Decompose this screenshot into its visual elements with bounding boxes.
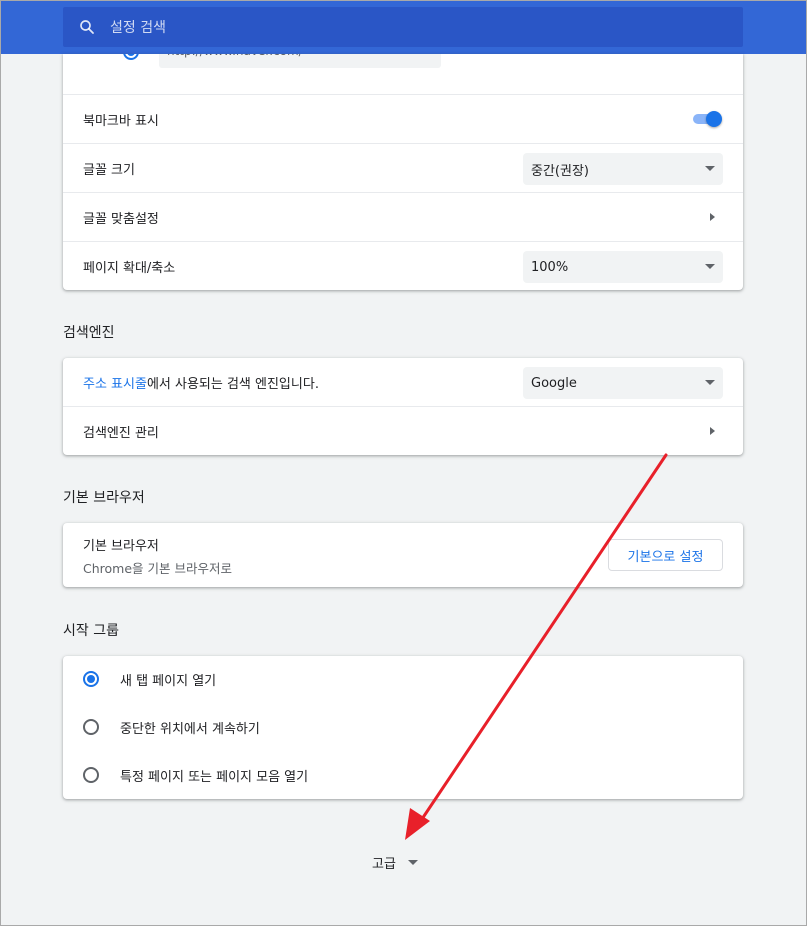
search-engine-description-text: 에서 사용되는 검색 엔진입니다. xyxy=(146,377,319,392)
page-zoom-label: 페이지 확대/축소 xyxy=(83,260,176,276)
font-size-value: 중간(권장) xyxy=(531,163,589,179)
appearance-card: http://www.naver.com/ 북마크바 표시 글꼴 크기 중간(권… xyxy=(63,54,743,290)
search-engine-row: 주소 표시줄에서 사용되는 검색 엔진입니다. Google xyxy=(63,358,743,407)
bookmarks-bar-label: 북마크바 표시 xyxy=(83,113,159,129)
dropdown-arrow-icon xyxy=(705,380,715,385)
bookmarks-bar-row[interactable]: 북마크바 표시 xyxy=(63,94,743,143)
search-placeholder: 설정 검색 xyxy=(110,20,166,36)
manage-search-engines-row[interactable]: 검색엔진 관리 xyxy=(63,406,743,455)
font-size-label: 글꼴 크기 xyxy=(83,162,135,178)
default-browser-section-title: 기본 브라우저 xyxy=(63,490,145,506)
search-settings-field[interactable]: 설정 검색 xyxy=(63,7,743,47)
search-engine-description: 주소 표시줄에서 사용되는 검색 엔진입니다. xyxy=(83,373,319,392)
annotation-arrow-head xyxy=(405,808,430,840)
startup-card: 새 탭 페이지 열기 중단한 위치에서 계속하기 특정 페이지 또는 페이지 모… xyxy=(63,656,743,799)
font-size-select[interactable]: 중간(권장) xyxy=(523,153,723,185)
default-browser-text: 기본 브라우저 Chrome을 기본 브라우저로 xyxy=(83,535,232,577)
chevron-right-icon xyxy=(710,427,715,435)
startup-option-label: 새 탭 페이지 열기 xyxy=(120,674,217,689)
search-icon xyxy=(80,20,94,34)
toggle-knob xyxy=(706,111,722,127)
startup-option-specific-pages[interactable]: 특정 페이지 또는 페이지 모음 열기 xyxy=(63,752,743,800)
search-engine-select[interactable]: Google xyxy=(523,367,723,399)
page-zoom-row: 페이지 확대/축소 100% xyxy=(63,241,743,290)
manage-search-engines-label: 검색엔진 관리 xyxy=(83,425,159,441)
page-zoom-select[interactable]: 100% xyxy=(523,251,723,283)
custom-fonts-label: 글꼴 맞춤설정 xyxy=(83,211,159,227)
startup-option-label: 특정 페이지 또는 페이지 모음 열기 xyxy=(120,770,309,785)
search-engine-section-title: 검색엔진 xyxy=(63,325,115,341)
address-bar-link[interactable]: 주소 표시줄 xyxy=(83,377,147,392)
startup-radio-new-tab[interactable] xyxy=(83,671,99,687)
default-browser-primary: 기본 브라우저 xyxy=(83,539,159,554)
expand-arrow-icon xyxy=(407,859,418,865)
search-engine-value: Google xyxy=(531,375,577,391)
chevron-right-icon xyxy=(710,213,715,221)
settings-header: 설정 검색 xyxy=(0,0,807,54)
advanced-toggle[interactable]: 고급 xyxy=(372,852,418,872)
startup-radio-continue[interactable] xyxy=(83,719,99,735)
custom-fonts-row[interactable]: 글꼴 맞춤설정 xyxy=(63,192,743,241)
advanced-label: 고급 xyxy=(372,856,396,872)
startup-option-label: 중단한 위치에서 계속하기 xyxy=(120,722,260,737)
homepage-url-radio[interactable] xyxy=(123,54,139,60)
page-zoom-value: 100% xyxy=(531,259,569,275)
homepage-url-row: http://www.naver.com/ xyxy=(63,54,743,94)
make-default-button[interactable]: 기본으로 설정 xyxy=(608,539,723,571)
startup-option-continue[interactable]: 중단한 위치에서 계속하기 xyxy=(63,704,743,752)
startup-option-new-tab[interactable]: 새 탭 페이지 열기 xyxy=(63,656,743,704)
font-size-row: 글꼴 크기 중간(권장) xyxy=(63,143,743,192)
dropdown-arrow-icon xyxy=(705,166,715,171)
search-engine-card: 주소 표시줄에서 사용되는 검색 엔진입니다. Google 검색엔진 관리 xyxy=(63,358,743,455)
default-browser-secondary: Chrome을 기본 브라우저로 xyxy=(83,561,232,576)
startup-section-title: 시작 그룹 xyxy=(63,623,119,639)
homepage-url-input[interactable]: http://www.naver.com/ xyxy=(159,54,441,68)
bookmarks-bar-toggle[interactable] xyxy=(691,111,723,127)
dropdown-arrow-icon xyxy=(705,264,715,269)
default-browser-card: 기본 브라우저 Chrome을 기본 브라우저로 기본으로 설정 xyxy=(63,523,743,587)
startup-radio-specific-pages[interactable] xyxy=(83,767,99,783)
